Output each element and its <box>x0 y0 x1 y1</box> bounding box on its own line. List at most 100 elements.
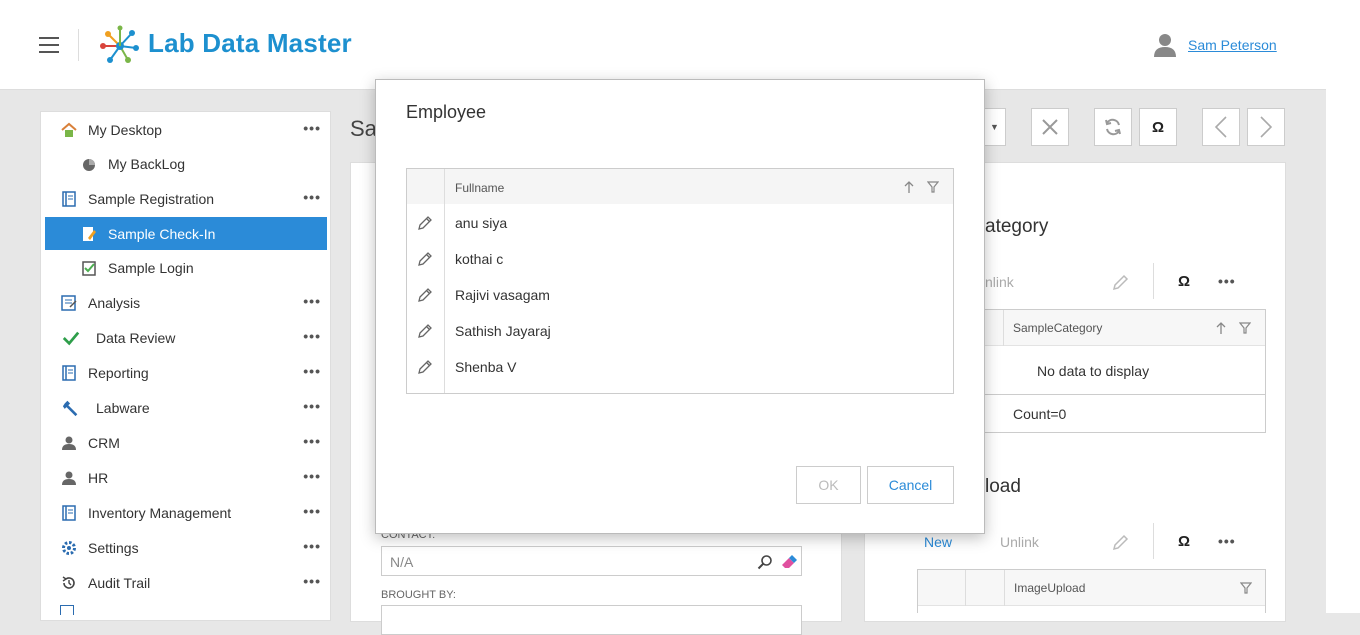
sidebar-item-reporting[interactable]: Reporting ••• <box>45 356 327 389</box>
table-row[interactable]: anu siya <box>407 205 953 241</box>
scrollbar-track <box>1326 0 1360 613</box>
eraser-icon[interactable] <box>780 553 798 571</box>
more-options-button[interactable]: ••• <box>303 328 321 344</box>
employee-fullname: Shenba V <box>455 359 517 375</box>
more-options-button[interactable]: ••• <box>1218 533 1236 549</box>
refresh-button[interactable] <box>1094 108 1132 146</box>
table-row[interactable]: kothai c <box>407 241 953 277</box>
more-options-button[interactable]: ••• <box>303 189 321 205</box>
brought-by-label: BROUGHT BY: <box>381 589 456 601</box>
column-header-samplecategory[interactable]: SampleCategory <box>1013 321 1102 335</box>
special-chars-button[interactable]: Ω <box>1139 108 1177 146</box>
checkmark-icon <box>62 329 80 347</box>
more-options-button[interactable]: ••• <box>303 433 321 449</box>
more-options-button[interactable]: ••• <box>303 573 321 589</box>
edit-icon[interactable] <box>1110 273 1130 293</box>
table-row[interactable]: Rajivi vasagam <box>407 277 953 313</box>
sidebar-item-inventory-management[interactable]: Inventory Management ••• <box>45 496 327 529</box>
unlink-button[interactable]: Unlink <box>1000 534 1039 550</box>
more-options-button[interactable]: ••• <box>303 503 321 519</box>
previous-button[interactable] <box>1202 108 1240 146</box>
hamburger-menu-icon[interactable] <box>39 37 59 53</box>
employee-dialog: Employee Fullname anu siya kothai c Raji… <box>375 79 985 534</box>
checklist-icon <box>80 259 98 277</box>
cancel-button[interactable]: Cancel <box>867 466 954 504</box>
sidebar-item-my-desktop[interactable]: My Desktop ••• <box>45 113 327 146</box>
special-chars-button[interactable]: Ω <box>1178 273 1190 290</box>
edit-icon[interactable] <box>417 287 433 303</box>
sidebar-item-label: HR <box>88 469 109 486</box>
new-button[interactable]: New <box>924 534 952 550</box>
sidebar-item-settings[interactable]: Settings ••• <box>45 531 327 564</box>
grid-header: SampleCategory <box>985 310 1265 346</box>
special-chars-button[interactable]: Ω <box>1178 533 1190 550</box>
sidebar-item-label: My Desktop <box>88 121 162 138</box>
sort-ascending-icon[interactable] <box>1216 321 1226 335</box>
sidebar-item-labware[interactable]: Labware ••• <box>45 391 327 424</box>
sidebar-item-analysis[interactable]: Analysis ••• <box>45 286 327 319</box>
sidebar-item-crm[interactable]: CRM ••• <box>45 426 327 459</box>
employee-fullname: Rajivi vasagam <box>455 287 550 303</box>
image-upload-title: load <box>985 476 1021 497</box>
more-options-button[interactable]: ••• <box>303 468 321 484</box>
sidebar-item-hr[interactable]: HR ••• <box>45 461 327 494</box>
edit-icon[interactable] <box>1110 533 1130 553</box>
filter-icon[interactable] <box>1239 322 1251 334</box>
home-icon <box>60 121 78 139</box>
more-options-button[interactable]: ••• <box>303 538 321 554</box>
filter-icon[interactable] <box>927 181 939 193</box>
table-row[interactable]: Shenba V <box>407 349 953 385</box>
footer-divider <box>985 394 1266 395</box>
contact-value: N/A <box>390 554 414 570</box>
more-options-button[interactable]: ••• <box>303 398 321 414</box>
column-header-imageupload[interactable]: ImageUpload <box>1014 581 1085 595</box>
edit-icon[interactable] <box>417 251 433 267</box>
sample-category-grid: SampleCategory No data to display Count=… <box>985 309 1266 433</box>
employee-fullname: kothai c <box>455 251 504 267</box>
user-avatar-icon <box>1154 34 1176 57</box>
more-options-button[interactable]: ••• <box>303 293 321 309</box>
edit-icon[interactable] <box>417 359 433 375</box>
edit-icon[interactable] <box>417 215 433 231</box>
chevron-down-icon[interactable]: ▼ <box>984 108 1006 146</box>
person-icon <box>60 469 78 487</box>
sidebar-item-label: Sample Login <box>108 259 194 276</box>
sidebar-item-sample-login[interactable]: Sample Login <box>45 251 327 284</box>
page-title: Sa <box>350 116 377 141</box>
sidebar-item-my-backlog[interactable]: My BackLog <box>45 147 327 180</box>
more-options-button[interactable]: ••• <box>303 363 321 379</box>
toolbar-separator <box>1153 263 1154 299</box>
sidebar-item-sample-check-in[interactable]: Sample Check-In <box>45 217 327 250</box>
search-icon[interactable] <box>757 554 773 570</box>
more-options-button[interactable]: ••• <box>303 120 321 136</box>
user-name-link[interactable]: Sam Peterson <box>1188 37 1277 53</box>
close-button[interactable] <box>1031 108 1069 146</box>
gear-icon <box>60 539 78 557</box>
sort-ascending-icon[interactable] <box>904 180 914 194</box>
book-icon <box>60 605 74 615</box>
table-row[interactable]: Sathish Jayaraj <box>407 313 953 349</box>
sidebar-item-sample-registration[interactable]: Sample Registration ••• <box>45 182 327 215</box>
employee-grid: Fullname anu siya kothai c Rajivi vasaga… <box>406 168 954 394</box>
employee-fullname: Sathish Jayaraj <box>455 323 551 339</box>
more-options-button[interactable]: ••• <box>1218 273 1236 289</box>
toolbar-separator <box>1153 523 1154 559</box>
sidebar-item-audit-trail[interactable]: Audit Trail ••• <box>45 566 327 599</box>
contact-field[interactable]: N/A <box>381 546 802 576</box>
sidebar-item-label: Settings <box>88 539 139 556</box>
sidebar-item-data-review[interactable]: Data Review ••• <box>45 321 327 354</box>
pencil-note-icon <box>80 225 98 243</box>
unlink-button[interactable]: nlink <box>985 274 1014 290</box>
ok-button[interactable]: OK <box>796 466 861 504</box>
column-header-fullname[interactable]: Fullname <box>455 181 504 195</box>
sidebar-item-label: Audit Trail <box>88 574 151 591</box>
book-icon <box>60 504 78 522</box>
filter-icon[interactable] <box>1240 582 1252 594</box>
column-separator <box>1003 310 1004 346</box>
sample-category-title: ategory <box>985 216 1049 237</box>
edit-icon[interactable] <box>417 323 433 339</box>
next-button[interactable] <box>1247 108 1285 146</box>
brought-by-field[interactable] <box>381 605 802 635</box>
sidebar-item-label: CRM <box>88 434 120 451</box>
report-icon <box>60 294 78 312</box>
